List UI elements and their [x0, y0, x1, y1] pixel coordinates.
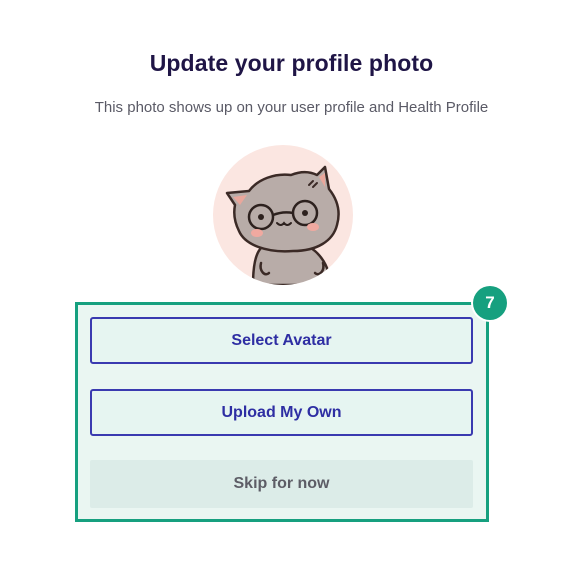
upload-my-own-button[interactable]: Upload My Own: [90, 389, 473, 436]
skip-for-now-button[interactable]: Skip for now: [90, 460, 473, 508]
page-subtitle: This photo shows up on your user profile…: [94, 99, 489, 116]
page-title: Update your profile photo: [149, 50, 434, 76]
cat-avatar-icon: [225, 165, 340, 285]
avatar: [213, 145, 353, 285]
select-avatar-button[interactable]: Select Avatar: [90, 317, 473, 364]
annotation-badge: 7: [473, 286, 507, 320]
profile-photo-page: Update your profile photo This photo sho…: [0, 0, 583, 571]
